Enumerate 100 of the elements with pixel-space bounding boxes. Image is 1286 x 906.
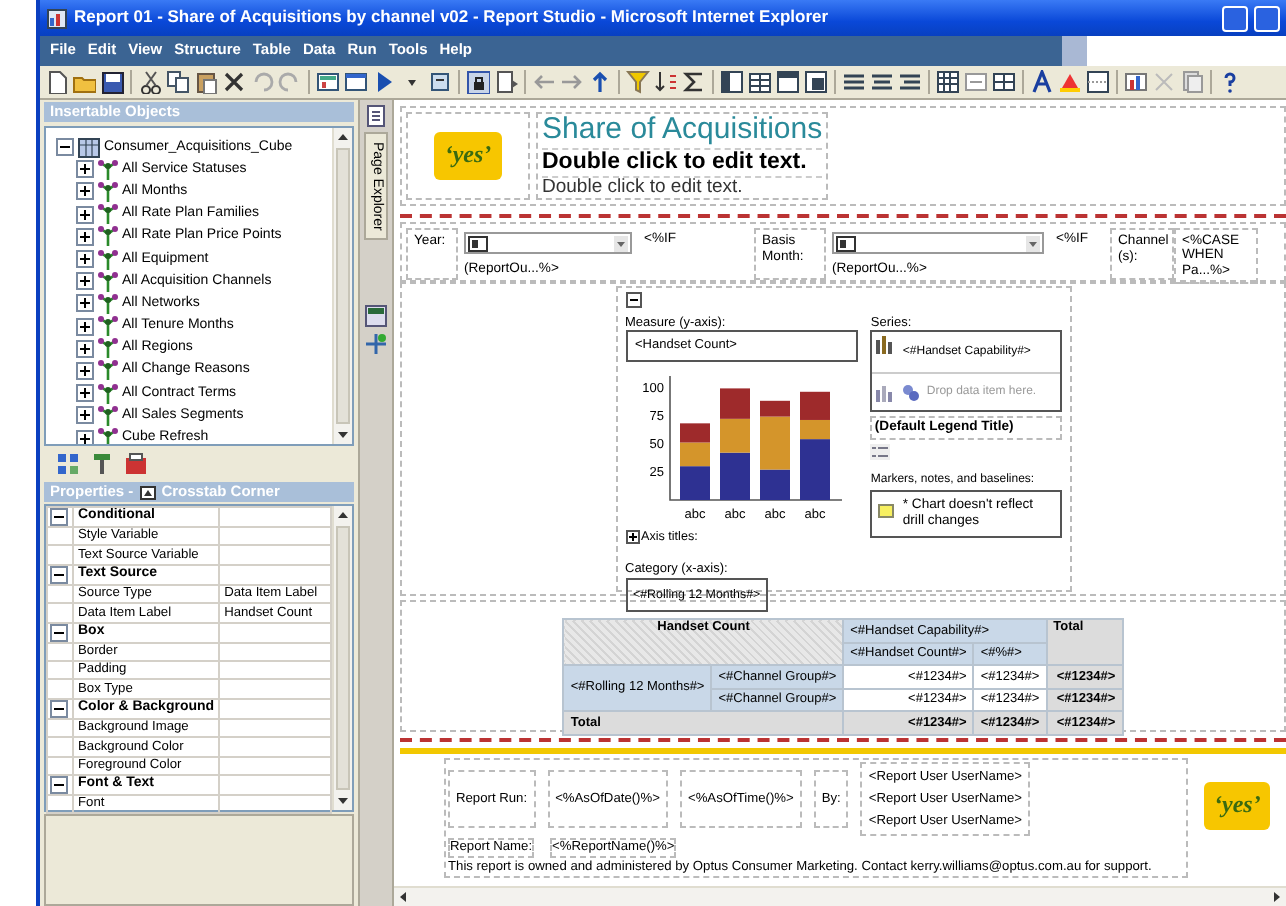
bar-segment — [719, 418, 749, 453]
collapse-toggle[interactable] — [50, 776, 68, 793]
dimension-icon — [98, 405, 118, 426]
expand-toggle[interactable] — [76, 250, 94, 269]
vertical-scrollbar[interactable] — [332, 128, 352, 444]
font-icon[interactable] — [1030, 70, 1054, 94]
sort-icon[interactable] — [654, 70, 678, 94]
subtitle[interactable]: Double click to edit text. — [542, 177, 823, 200]
dimension-icon — [98, 360, 118, 381]
field-icon — [836, 235, 856, 251]
series-icon — [876, 383, 895, 402]
property-value-field[interactable] — [219, 545, 331, 565]
dimension-icon — [98, 249, 118, 270]
border-icon[interactable] — [1086, 70, 1110, 94]
subtitle[interactable]: Double click to edit text. — [542, 147, 823, 178]
series-icon — [876, 336, 895, 355]
report-title[interactable]: Share of Acquisitions — [542, 114, 823, 147]
page-icon[interactable] — [364, 104, 388, 128]
split-icon[interactable] — [992, 70, 1016, 94]
expand-toggle[interactable] — [76, 339, 94, 358]
property-value-field[interactable] — [219, 527, 331, 546]
logo: ‘yes’ — [1204, 782, 1271, 830]
horizontal-scrollbar[interactable] — [394, 886, 1286, 906]
columns-icon[interactable] — [720, 70, 744, 94]
align-right-icon[interactable] — [898, 70, 922, 94]
toolbox-tab-icon[interactable] — [124, 452, 148, 476]
delete-icon[interactable] — [222, 70, 246, 94]
cut-icon[interactable] — [138, 70, 162, 94]
header-icon[interactable] — [776, 70, 800, 94]
vertical-scrollbar[interactable] — [332, 506, 352, 810]
dimension-icon — [98, 338, 118, 359]
dimension-icon — [98, 316, 118, 337]
expand-toggle[interactable] — [76, 205, 94, 224]
legend-icon[interactable] — [870, 444, 891, 461]
up-arrow-icon[interactable] — [588, 70, 612, 94]
sum-icon[interactable] — [682, 70, 706, 94]
bar-segment — [719, 388, 749, 419]
bar-segment — [679, 466, 709, 500]
cube-icon — [78, 137, 100, 158]
dropdown-field[interactable] — [832, 232, 1044, 254]
expand-toggle[interactable] — [76, 272, 94, 291]
dimension-icon — [98, 271, 118, 292]
window-icon[interactable] — [344, 70, 368, 94]
expand-toggle[interactable] — [76, 406, 94, 425]
expand-toggle[interactable] — [76, 294, 94, 313]
collapse-icon[interactable] — [625, 292, 641, 308]
expand-toggle[interactable] — [76, 227, 94, 246]
property-value-field[interactable] — [219, 660, 331, 680]
source-tab-icon[interactable] — [56, 452, 80, 476]
maximize-button[interactable] — [1254, 5, 1280, 31]
new-icon[interactable] — [44, 70, 68, 94]
chart-icon[interactable] — [1124, 70, 1148, 94]
expand-toggle[interactable] — [76, 429, 94, 444]
condition-icon[interactable] — [364, 332, 388, 357]
collapse-toggle[interactable] — [56, 138, 74, 157]
bar-segment — [719, 452, 749, 500]
save-icon[interactable] — [100, 70, 124, 94]
grid-icon[interactable] — [936, 70, 960, 94]
collapse-toggle[interactable] — [50, 700, 68, 717]
caret-icon — [614, 235, 628, 251]
collapse-toggle[interactable] — [50, 624, 68, 641]
table-icon[interactable] — [748, 70, 772, 94]
dropdown-field[interactable] — [464, 232, 632, 254]
align-left-icon[interactable] — [842, 70, 866, 94]
data-items-tab-icon[interactable] — [90, 452, 114, 476]
caret-icon — [1026, 235, 1040, 251]
property-value-field[interactable] — [219, 794, 331, 814]
copy-icon[interactable] — [166, 70, 190, 94]
property-value-field[interactable] — [219, 756, 331, 775]
expand-toggle[interactable] — [76, 384, 94, 403]
footer-icon[interactable] — [804, 70, 828, 94]
page-icon[interactable] — [494, 70, 518, 94]
dimension-icon — [98, 383, 118, 404]
property-value-field[interactable] — [219, 679, 331, 699]
expand-icon[interactable] — [625, 530, 639, 545]
bar-segment — [679, 423, 709, 443]
filter-icon[interactable] — [626, 70, 650, 94]
expand-toggle[interactable] — [76, 317, 94, 336]
object-icon — [139, 485, 156, 499]
property-value-field[interactable] — [219, 642, 331, 661]
lock-icon[interactable] — [466, 70, 490, 94]
property-value-field[interactable] — [219, 718, 331, 738]
logo: ‘yes’ — [434, 132, 502, 180]
dimension-icon — [98, 204, 118, 225]
report-icon[interactable] — [316, 70, 340, 94]
query-icon[interactable] — [364, 304, 388, 329]
minimize-button[interactable] — [1222, 5, 1248, 31]
expand-toggle[interactable] — [76, 182, 94, 201]
collapse-toggle[interactable] — [50, 566, 68, 583]
paste-icon[interactable] — [194, 70, 218, 94]
property-value-field[interactable] — [219, 737, 331, 757]
expand-toggle[interactable] — [76, 361, 94, 380]
expand-toggle[interactable] — [76, 160, 94, 179]
color-icon[interactable] — [1058, 70, 1082, 94]
bar-segment — [679, 442, 709, 467]
dimension-icon — [98, 226, 118, 247]
collapse-toggle[interactable] — [50, 509, 68, 525]
align-center-icon[interactable] — [870, 70, 894, 94]
dimension-icon — [98, 181, 118, 202]
run-icon[interactable] — [372, 70, 396, 94]
